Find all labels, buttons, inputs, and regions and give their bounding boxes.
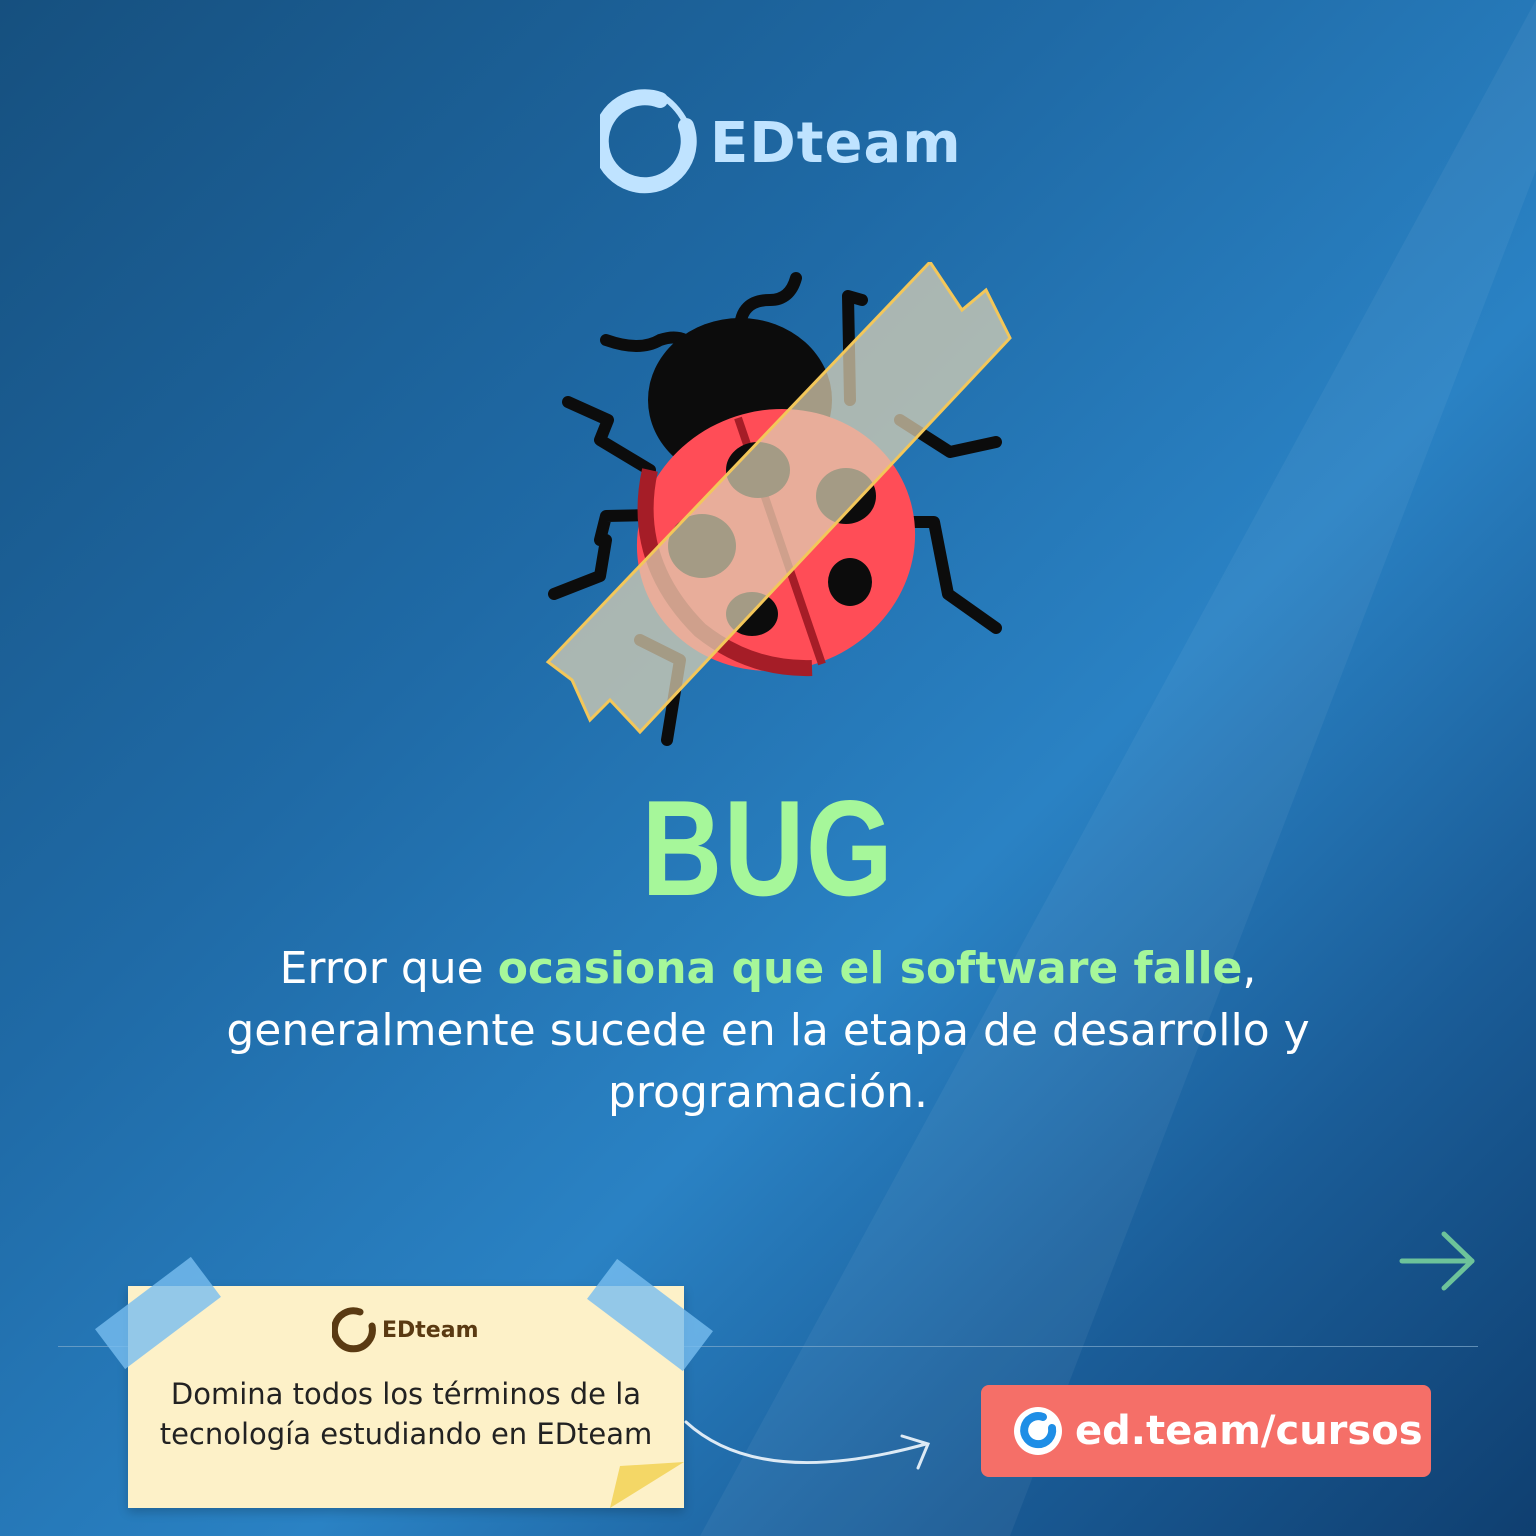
edteam-logo: EDteam <box>600 88 962 198</box>
edteam-ring-icon <box>332 1307 376 1353</box>
definition-highlight: ocasiona que el software falle <box>497 943 1243 994</box>
page-fold <box>610 1462 684 1508</box>
definition-part-1: Error que <box>279 943 498 994</box>
arrow-right-icon[interactable] <box>1398 1230 1478 1292</box>
ladybug-taped-icon <box>545 262 1012 746</box>
logo-wordmark: EDteam <box>710 110 962 176</box>
page-title: BUG <box>641 772 895 924</box>
edteam-ring-icon <box>600 89 697 194</box>
sticky-note: EDteam Domina todos los términos de la t… <box>128 1286 684 1508</box>
courses-link-label: ed.team/cursos <box>1075 1408 1423 1454</box>
note-text: Domina todos los términos de la tecnolog… <box>159 1377 653 1451</box>
note-logo: EDteam <box>332 1306 479 1354</box>
curved-arrow-icon <box>684 1420 931 1470</box>
definition-text: Error que ocasiona que el software falle… <box>200 938 1336 1124</box>
courses-link-button[interactable]: ed.team/cursos <box>981 1385 1431 1477</box>
note-logo-wordmark: EDteam <box>382 1317 479 1343</box>
edteam-ring-icon <box>1014 1407 1062 1455</box>
